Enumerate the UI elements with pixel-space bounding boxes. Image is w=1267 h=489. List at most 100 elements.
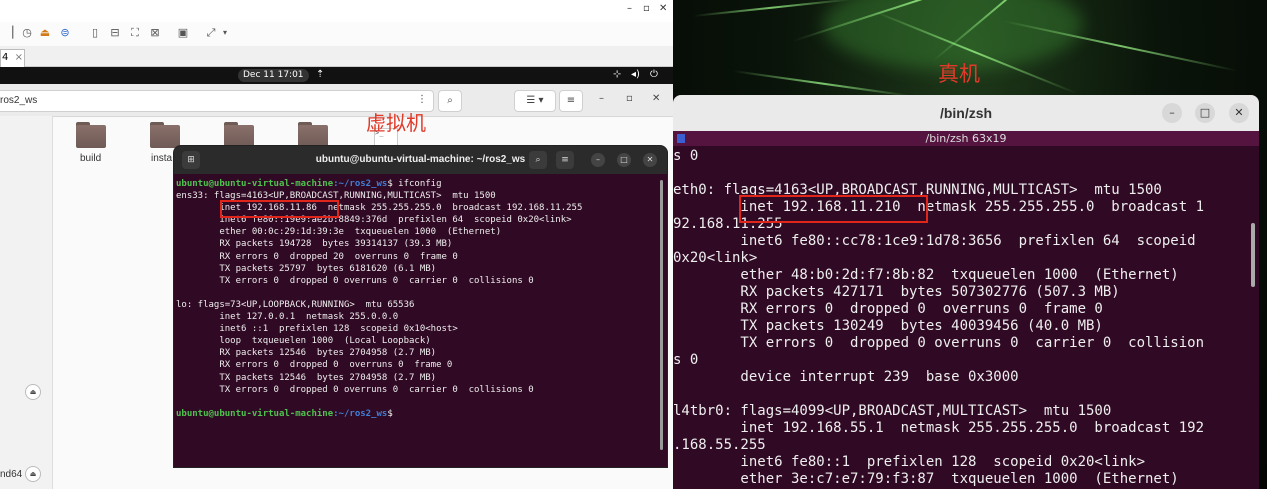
- terminal-line: ether 00:0c:29:1d:39:3e txqueuelen 1000 …: [176, 227, 502, 238]
- view-toggle-icon[interactable]: ☰ ▾: [514, 90, 556, 112]
- terminal-line: TX errors 0 dropped 0 overruns 0 carrier…: [673, 335, 1205, 351]
- vm-window: – ▫ ✕ ▕ ◷ ⏏ ⊜ ▯ ⊟ ⛶ ⊠ ▣ ⤢ ▾ 4 × Dec 11 1…: [0, 0, 673, 489]
- terminal-line: loop txqueuelen 1000 (Local Loopback): [176, 336, 431, 347]
- real-terminal: /bin/zsh – □ ✕ /bin/zsh 63x19 s 0 eth0: …: [673, 95, 1259, 489]
- sidebar-view-icon[interactable]: ▯: [88, 26, 102, 40]
- real-minimize-icon[interactable]: –: [1162, 103, 1182, 123]
- terminal-line: RX errors 0 dropped 0 overruns 0 frame 0: [176, 360, 453, 371]
- file-manager-header: ros2_ws ⋮ ⌕ ☰ ▾ ≡ – ▫ ✕: [0, 84, 673, 117]
- real-terminal-header: /bin/zsh – □ ✕: [673, 95, 1259, 131]
- prompt-user: ubuntu@ubuntu-virtual-machine: [176, 179, 334, 189]
- terminal-search-icon[interactable]: ⌕: [529, 151, 547, 169]
- terminal-minimize-icon[interactable]: –: [591, 153, 605, 167]
- revert-icon[interactable]: ⏏: [38, 26, 52, 40]
- hamburger-icon[interactable]: ≡: [559, 90, 583, 112]
- maximize-icon[interactable]: ▫: [643, 3, 650, 14]
- command-text: $ ifconfig: [387, 179, 442, 189]
- terminal-line: TX packets 12546 bytes 2704958 (2.7 MB): [176, 372, 437, 383]
- tab-label: 4: [2, 52, 9, 63]
- real-maximize-icon[interactable]: □: [1195, 103, 1215, 123]
- minimize-icon[interactable]: –: [627, 3, 632, 14]
- terminal-line: lo: flags=73<UP,LOOPBACK,RUNNING> mtu 65…: [176, 299, 415, 310]
- real-close-icon[interactable]: ✕: [1229, 103, 1249, 123]
- terminal-line: inet 192.168.55.1 netmask 255.255.255.0 …: [673, 420, 1205, 436]
- folder-icon[interactable]: [224, 122, 254, 148]
- fm-maximize-icon[interactable]: ▫: [626, 93, 633, 104]
- dropdown-icon[interactable]: ▾: [218, 26, 232, 40]
- terminal-line: TX errors 0 dropped 0 overruns 0 carrier…: [176, 384, 534, 395]
- eject-icon[interactable]: ⏏: [25, 384, 41, 400]
- vm-tabbar: 4 ×: [0, 46, 673, 67]
- real-machine-label: 真机: [938, 62, 980, 86]
- search-icon[interactable]: ⌕: [438, 90, 462, 112]
- clock[interactable]: Dec 11 17:01: [238, 69, 309, 82]
- terminal-line: RX packets 427171 bytes 507302776 (507.3…: [673, 284, 1120, 300]
- vm-label: 虚拟机: [366, 111, 426, 135]
- tab-close-icon[interactable]: ×: [15, 52, 23, 63]
- folder-icon[interactable]: [298, 122, 328, 148]
- terminal-line: TX packets 130249 bytes 40039456 (40.0 M…: [673, 318, 1103, 334]
- power-icon[interactable]: ⏻: [650, 69, 658, 80]
- vm-ifconfig-output: ens33: flags=4163<UP,BROADCAST,RUNNING,M…: [176, 191, 582, 395]
- vm-toolbar: ▕ ◷ ⏏ ⊜ ▯ ⊟ ⛶ ⊠ ▣ ⤢ ▾: [0, 22, 673, 47]
- menu-icon[interactable]: ▕: [2, 26, 16, 40]
- fullscreen-icon[interactable]: ⛶: [128, 26, 142, 40]
- file-sidebar: ⏏ nd64 ⏏: [0, 116, 53, 489]
- folder-icon[interactable]: [76, 122, 106, 148]
- vm-terminal-scrollbar[interactable]: [660, 180, 663, 450]
- real-terminal-tab-title: /bin/zsh 63x19: [925, 132, 1007, 145]
- snapshot-icon[interactable]: ◷: [20, 26, 34, 40]
- real-ip-highlight-box: [739, 195, 928, 223]
- terminal-close-icon[interactable]: ✕: [643, 153, 657, 167]
- unity-icon[interactable]: ⊠: [148, 26, 162, 40]
- prompt-suffix: $: [387, 408, 393, 419]
- fm-close-icon[interactable]: ✕: [652, 93, 660, 104]
- close-icon[interactable]: ✕: [659, 3, 667, 14]
- stretch-icon[interactable]: ⤢: [204, 26, 218, 40]
- terminal-line: l4tbr0: flags=4099<UP,BROADCAST,MULTICAS…: [673, 403, 1112, 419]
- fm-minimize-icon[interactable]: –: [599, 93, 604, 104]
- tab-vm[interactable]: 4 ×: [0, 49, 25, 67]
- terminal-line: inet6 ::1 prefixlen 128 scopeid 0x10<hos…: [176, 324, 458, 335]
- terminal-line: RX packets 194728 bytes 39314137 (39.3 M…: [176, 239, 453, 250]
- real-terminal-scrollbar[interactable]: [1251, 223, 1255, 287]
- terminal-menu-icon[interactable]: ≡: [556, 151, 574, 169]
- terminal-line: RX errors 0 dropped 0 overruns 0 frame 0: [673, 301, 1103, 317]
- folder-name[interactable]: insta: [151, 153, 172, 164]
- vm-terminal-header: ⊞ ubuntu@ubuntu-virtual-machine: ~/ros2_…: [174, 146, 667, 174]
- terminal-maximize-icon[interactable]: □: [617, 153, 631, 167]
- volume-icon[interactable]: ◂): [631, 69, 640, 80]
- terminal-line: inet6 fe80::cc78:1ce9:1d78:3656 prefixle…: [673, 233, 1196, 249]
- terminal-line: device interrupt 239 base 0x3000: [673, 369, 1019, 385]
- prompt-path: :~/ros2_ws: [333, 408, 388, 419]
- notification-icon[interactable]: ⇡: [316, 69, 324, 80]
- vm-titlebar: – ▫ ✕: [0, 0, 673, 22]
- gnome-top-bar: Dec 11 17:01 ⇡ ⊹ ◂) ⏻: [0, 67, 673, 84]
- path-text: ros2_ws: [0, 95, 38, 106]
- terminal-line: TX errors 0 dropped 0 overruns 0 carrier…: [176, 275, 534, 286]
- split-view-icon[interactable]: ⊟: [108, 26, 122, 40]
- folder-icon[interactable]: [150, 122, 180, 148]
- terminal-line: 0x20<link>: [673, 250, 758, 266]
- eject-icon-2[interactable]: ⏏: [25, 466, 41, 482]
- console-icon[interactable]: ▣: [176, 26, 190, 40]
- terminal-line: TX packets 25797 bytes 6181620 (6.1 MB): [176, 263, 437, 274]
- terminal-line: .168.55.255: [673, 437, 766, 453]
- terminal-line: inet6 fe80::1 prefixlen 128 scopeid 0x20…: [673, 454, 1146, 470]
- real-terminal-tab[interactable]: /bin/zsh 63x19: [673, 131, 1259, 146]
- prompt-user: ubuntu@ubuntu-virtual-machine: [176, 408, 334, 419]
- terminal-line: ether 3e:c7:e7:79:f3:87 txqueuelen 1000 …: [673, 471, 1179, 487]
- sidebar-device-label[interactable]: nd64: [0, 469, 22, 480]
- vm-ip-highlight-box: [220, 200, 339, 218]
- vm-terminal: ⊞ ubuntu@ubuntu-virtual-machine: ~/ros2_…: [174, 146, 667, 467]
- clock-text: Dec 11 17:01: [243, 70, 304, 80]
- manage-snapshot-icon[interactable]: ⊜: [58, 26, 72, 40]
- folder-name[interactable]: build: [80, 153, 101, 164]
- terminal-line: RX errors 0 dropped 20 overruns 0 frame …: [176, 251, 458, 262]
- network-icon[interactable]: ⊹: [613, 69, 621, 80]
- terminal-line: s 0: [673, 148, 699, 164]
- prompt-path: :~/ros2_ws: [333, 179, 388, 189]
- terminal-line: s 0: [673, 352, 699, 368]
- terminal-line: RX packets 12546 bytes 2704958 (2.7 MB): [176, 348, 437, 359]
- terminal-line: ether 48:b0:2d:f7:8b:82 txqueuelen 1000 …: [673, 267, 1179, 283]
